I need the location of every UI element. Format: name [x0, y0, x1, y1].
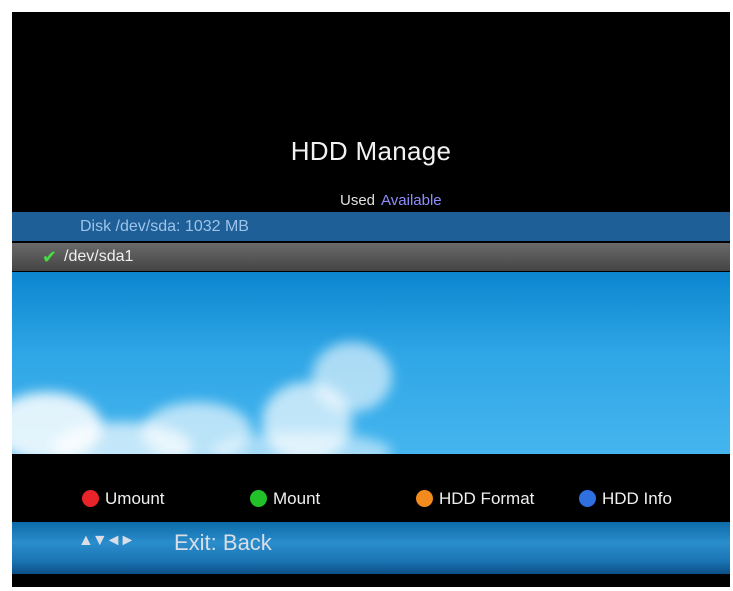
- navigation-arrows-icon: ▲▼◄►: [78, 532, 135, 549]
- hdd-format-button[interactable]: HDD Format: [416, 484, 534, 514]
- footer-help-bar: ▲▼◄► Exit: Back: [12, 522, 730, 574]
- color-button-bar: Umount Mount HDD Format HDD Info: [12, 484, 730, 514]
- disk-row[interactable]: Disk /dev/sda: 1032 MB: [12, 212, 730, 241]
- mount-button[interactable]: Mount: [250, 484, 320, 514]
- green-button-icon: [250, 490, 267, 507]
- legend-used: Used: [340, 192, 376, 209]
- umount-button[interactable]: Umount: [82, 484, 165, 514]
- blue-button-icon: [579, 490, 596, 507]
- page-title: HDD Manage: [290, 136, 452, 166]
- partition-label: /dev/sda1: [64, 248, 134, 265]
- hdd-info-button[interactable]: HDD Info: [579, 484, 672, 514]
- check-icon: ✔: [42, 247, 58, 267]
- exit-back-hint: Exit: Back: [174, 530, 272, 555]
- legend-available: Available: [381, 192, 442, 209]
- disk-label: Disk /dev/sda: 1032 MB: [80, 218, 249, 235]
- partition-row-selected[interactable]: ✔ /dev/sda1: [12, 243, 730, 271]
- usage-legend: Used Available: [340, 192, 442, 209]
- orange-button-icon: [416, 490, 433, 507]
- sky-background-image: [12, 272, 730, 454]
- tv-screen: HDD Manage Used Available Disk /dev/sda: …: [12, 12, 730, 587]
- red-button-icon: [82, 490, 99, 507]
